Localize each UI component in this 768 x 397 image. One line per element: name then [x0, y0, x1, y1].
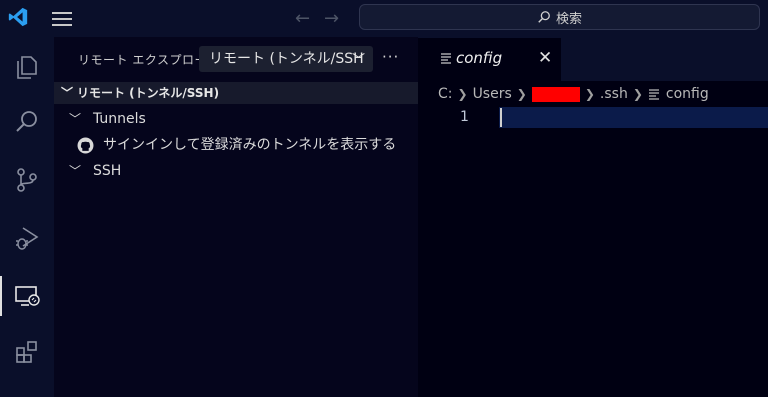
run-debug-icon [16, 227, 39, 250]
title-bar: ← → 検索 [0, 0, 768, 37]
command-center-search[interactable]: 検索 [359, 4, 760, 30]
ssh-label: SSH [93, 163, 122, 179]
text-cursor [500, 108, 502, 127]
chevron-right-icon: ❯ [516, 87, 527, 101]
remote-section-header[interactable]: ﹀ リモート (トンネル/SSH) [54, 82, 418, 104]
explorer-icon [17, 56, 37, 79]
remote-type-select[interactable]: リモート (トンネル/SSH ﹀ [199, 46, 373, 72]
tab-label: config [456, 49, 503, 67]
source-control-icon [17, 168, 37, 192]
close-icon[interactable]: ✕ [538, 48, 552, 68]
search-icon [16, 111, 37, 132]
tree-item-tunnels[interactable]: ﹀ Tunnels [54, 106, 418, 132]
extensions-icon [16, 341, 37, 363]
tab-strip: config ✕ [418, 37, 768, 81]
activity-source-control[interactable] [0, 156, 54, 204]
activity-remote-explorer[interactable] [0, 272, 54, 320]
editor-area: config ✕ C: ❯ Users ❯ ❯ .ssh ❯ config 1 [418, 37, 768, 397]
file-lines-icon [441, 53, 451, 64]
chevron-right-icon: ❯ [632, 87, 643, 101]
remote-explorer-sidebar: リモート エクスプローラー リモート (トンネル/SSH ﹀ ··· ﹀ リモー… [54, 37, 418, 397]
activity-run-debug[interactable] [0, 214, 54, 262]
remote-type-value: リモート (トンネル/SSH [209, 51, 364, 67]
chevron-down-icon: ﹀ [69, 164, 82, 178]
breadcrumb-file[interactable]: config [666, 86, 709, 102]
search-icon [538, 11, 550, 23]
forward-arrow-icon[interactable]: → [324, 8, 339, 29]
sidebar-header: リモート エクスプローラー リモート (トンネル/SSH ﹀ ··· [54, 37, 418, 82]
section-title: リモート (トンネル/SSH) [77, 86, 220, 100]
remote-explorer-icon [15, 286, 40, 306]
breadcrumb: C: ❯ Users ❯ ❯ .ssh ❯ config [438, 84, 709, 104]
file-lines-icon [648, 89, 659, 100]
chevron-down-icon: ﹀ [61, 86, 74, 100]
chevron-down-icon: ﹀ [351, 53, 365, 68]
breadcrumb-users[interactable]: Users [473, 86, 512, 102]
activity-explorer[interactable] [0, 43, 54, 91]
chevron-right-icon: ❯ [584, 87, 595, 101]
redacted-username [531, 86, 580, 102]
line-number: 1 [460, 109, 469, 125]
more-actions-icon[interactable]: ··· [382, 48, 399, 66]
search-label: 検索 [555, 11, 582, 27]
menu-icon[interactable] [52, 12, 72, 26]
breadcrumb-ssh[interactable]: .ssh [600, 86, 628, 102]
current-line-highlight[interactable] [499, 107, 768, 128]
tree-item-signin[interactable]: サインインして登録済みのトンネルを表示する [54, 132, 418, 158]
activity-bar [0, 37, 54, 397]
chevron-down-icon: ﹀ [69, 112, 82, 126]
github-icon [77, 137, 94, 154]
tunnels-label: Tunnels [93, 111, 146, 127]
tree-item-ssh[interactable]: ﹀ SSH [54, 158, 418, 184]
chevron-right-icon: ❯ [457, 87, 468, 101]
activity-search[interactable] [0, 98, 54, 146]
vscode-logo[interactable] [7, 6, 29, 28]
tab-config[interactable]: config ✕ [418, 37, 561, 81]
signin-label: サインインして登録済みのトンネルを表示する [103, 137, 397, 153]
back-arrow-icon[interactable]: ← [295, 8, 310, 29]
activity-extensions[interactable] [0, 328, 54, 376]
breadcrumb-drive[interactable]: C: [438, 86, 453, 102]
